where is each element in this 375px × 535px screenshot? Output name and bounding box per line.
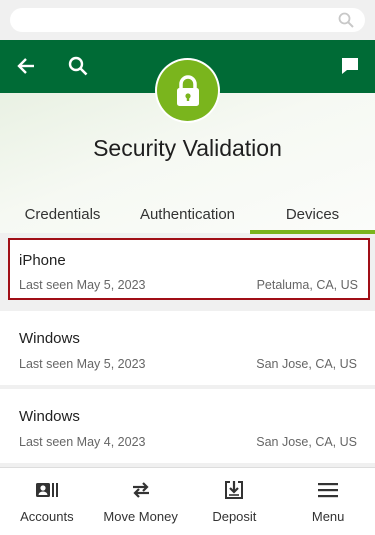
device-last-seen: Last seen May 4, 2023 — [19, 435, 146, 449]
device-last-seen: Last seen May 5, 2023 — [19, 357, 146, 371]
back-arrow-icon[interactable] — [13, 53, 39, 79]
device-list: iPhone Last seen May 5, 2023 Petaluma, C… — [0, 234, 375, 467]
tab-devices[interactable]: Devices — [250, 200, 375, 234]
device-name: Windows — [19, 408, 80, 425]
transfer-icon — [129, 479, 153, 501]
browser-search-icon[interactable] — [337, 11, 355, 29]
nav-label: Deposit — [212, 509, 257, 524]
device-row-windows-1[interactable]: Windows Last seen May 5, 2023 San Jose, … — [0, 311, 375, 385]
device-location: Petaluma, CA, US — [256, 278, 358, 292]
page-title: Security Validation — [93, 135, 282, 161]
deposit-icon — [222, 479, 246, 501]
device-location: San Jose, CA, US — [256, 435, 357, 449]
nav-accounts[interactable]: Accounts — [0, 468, 94, 535]
nav-menu[interactable]: Menu — [281, 468, 375, 535]
tab-bar: Credentials Authentication Devices — [0, 200, 375, 234]
device-location: San Jose, CA, US — [256, 357, 357, 371]
browser-bar — [0, 0, 375, 40]
nav-deposit[interactable]: Deposit — [188, 468, 282, 535]
device-last-seen: Last seen May 5, 2023 — [19, 278, 146, 292]
device-name: iPhone — [19, 252, 66, 269]
device-row-windows-2[interactable]: Windows Last seen May 4, 2023 San Jose, … — [0, 389, 375, 463]
device-name: Windows — [19, 330, 80, 347]
browser-search-field[interactable] — [10, 8, 365, 32]
tab-credentials[interactable]: Credentials — [0, 200, 125, 234]
nav-label: Accounts — [20, 509, 74, 524]
device-row-iphone[interactable]: iPhone Last seen May 5, 2023 Petaluma, C… — [8, 238, 370, 300]
search-icon[interactable] — [65, 53, 91, 79]
nav-move-money[interactable]: Move Money — [94, 468, 188, 535]
accounts-icon — [35, 479, 59, 501]
nav-label: Menu — [311, 509, 345, 524]
bottom-navigation: Accounts Move Money Deposit Menu — [0, 467, 375, 535]
tab-authentication[interactable]: Authentication — [125, 200, 250, 234]
lock-icon — [157, 60, 218, 121]
chat-icon[interactable] — [337, 53, 363, 79]
nav-label: Move Money — [103, 509, 178, 524]
menu-icon — [316, 479, 340, 501]
